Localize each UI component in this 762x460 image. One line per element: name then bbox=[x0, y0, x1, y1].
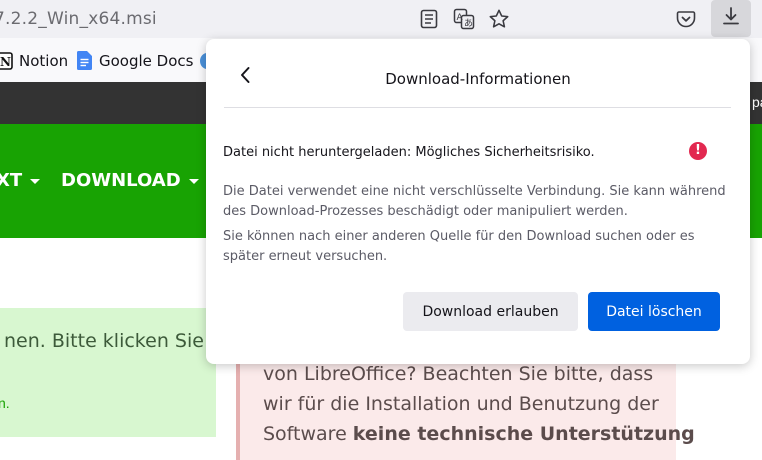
notice-text: Software bbox=[263, 423, 353, 445]
translate-icon[interactable]: Aあ bbox=[451, 6, 477, 32]
bookmark-label: Notion bbox=[19, 51, 69, 70]
caret-down-icon bbox=[188, 178, 199, 184]
url-bar[interactable]: 7.2.2_Win_x64.msi Aあ bbox=[0, 0, 762, 38]
notice-line: wir für die Installation und Benutzung d… bbox=[263, 393, 659, 415]
notice-box: von LibreOffice? Beachten Sie bitte, das… bbox=[236, 350, 695, 460]
notice-line: von LibreOffice? Beachten Sie bitte, das… bbox=[263, 363, 654, 385]
warning-icon: ! bbox=[689, 142, 707, 160]
download-arrow-icon bbox=[721, 6, 741, 31]
download-info-panel: Download-Informationen Datei nicht herun… bbox=[206, 39, 750, 364]
allow-download-button[interactable]: Download erlauben bbox=[403, 292, 578, 331]
nav-item-partial[interactable]: XT bbox=[0, 170, 41, 191]
nav-item-label: XT bbox=[0, 170, 23, 191]
panel-title: Download-Informationen bbox=[385, 70, 571, 88]
bookmark-label: Google Docs bbox=[99, 51, 194, 70]
bookmark-notion[interactable]: N Notion bbox=[0, 51, 68, 70]
delete-file-button[interactable]: Datei löschen bbox=[588, 292, 720, 331]
google-docs-icon bbox=[76, 51, 93, 70]
bookmark-star-icon[interactable] bbox=[486, 6, 512, 32]
downloads-button[interactable] bbox=[711, 0, 751, 37]
warning-description: Die Datei verwendet eine nicht verschlüs… bbox=[223, 184, 726, 219]
svg-text:あ: あ bbox=[464, 18, 473, 29]
notion-icon: N bbox=[0, 51, 13, 70]
divider bbox=[224, 107, 731, 108]
info-box-link[interactable]: n. bbox=[0, 395, 10, 411]
notice-bold-text: keine technische Unterstützung bbox=[352, 423, 695, 445]
nav-item-download[interactable]: DOWNLOAD bbox=[61, 170, 199, 191]
svg-text:N: N bbox=[0, 55, 11, 69]
nav-item-label: DOWNLOAD bbox=[61, 170, 181, 191]
info-box-text: nen. Bitte klicken Sie bbox=[4, 330, 204, 352]
warning-heading: Datei nicht heruntergeladen: Mögliches S… bbox=[223, 145, 595, 160]
info-box: nen. Bitte klicken Sie n. bbox=[0, 308, 216, 437]
pocket-icon[interactable] bbox=[673, 6, 699, 32]
warning-suggestion: Sie können nach einer anderen Quelle für… bbox=[223, 229, 695, 264]
svg-text:A: A bbox=[457, 13, 464, 23]
url-text[interactable]: 7.2.2_Win_x64.msi bbox=[0, 9, 157, 29]
reader-view-icon[interactable] bbox=[416, 6, 442, 32]
caret-down-icon bbox=[30, 178, 41, 184]
bookmark-google-docs[interactable]: Google Docs bbox=[76, 51, 193, 70]
notice-line: Software keine technische Unterstützung bbox=[263, 423, 695, 445]
top-bar-text: pa bbox=[752, 94, 762, 110]
